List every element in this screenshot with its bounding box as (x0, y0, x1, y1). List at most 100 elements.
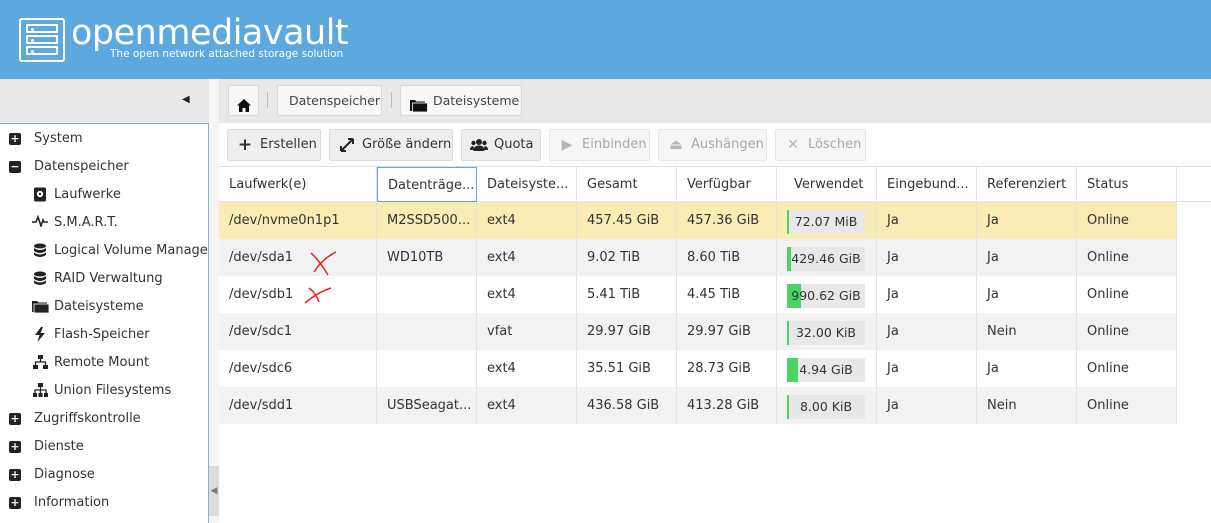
nav-information[interactable]: + Information (0, 492, 208, 514)
collapse-icon[interactable]: − (9, 161, 21, 173)
cell-mounted: Ja (877, 276, 977, 313)
delete-button[interactable]: ✕ Löschen (775, 129, 866, 161)
cell-available: 457.36 GiB (677, 202, 777, 239)
brand-name: openmediavault (71, 13, 349, 53)
cell-mounted: Ja (877, 350, 977, 387)
cell-device: /dev/nvme0n1p1 (219, 202, 377, 239)
expand-icon[interactable]: + (9, 469, 21, 481)
nav-lvm[interactable]: Logical Volume Management (0, 240, 208, 262)
nav-datenspeicher[interactable]: − Datenspeicher (0, 156, 208, 178)
column-header-device[interactable]: Laufwerk(e) (219, 167, 377, 202)
create-button[interactable]: + Erstellen (227, 129, 321, 161)
nav-raid[interactable]: RAID Verwaltung (0, 268, 208, 290)
sitemap-icon (32, 355, 48, 371)
cell-used: 8.00 KiB (777, 387, 877, 424)
usage-bar: 990.62 GiB (787, 284, 865, 308)
sitemap-icon (32, 383, 48, 399)
cell-mounted: Ja (877, 202, 977, 239)
table-row[interactable]: /dev/nvme0n1p1 M2SSD500... ext4 457.45 GiB 4… (219, 202, 1177, 239)
nav-flash-speicher[interactable]: Flash-Speicher (0, 324, 208, 346)
expand-icon[interactable]: + (9, 497, 21, 509)
usage-bar: 8.00 KiB (787, 395, 865, 419)
mount-button[interactable]: ▶ Einbinden (549, 129, 650, 161)
cell-available: 8.60 TiB (677, 239, 777, 276)
column-header-total[interactable]: Gesamt (577, 167, 677, 202)
table-row[interactable]: /dev/sdd1 USBSeagat... ext4 436.58 GiB 413.2… (219, 387, 1177, 424)
app-header: openmediavault The open network attached… (0, 0, 1211, 79)
nav-smart[interactable]: S.M.A.R.T. (0, 212, 208, 234)
cell-referenced: Ja (977, 350, 1077, 387)
column-header-mounted[interactable]: Eingebund... (877, 167, 977, 202)
expand-icon[interactable]: + (9, 441, 21, 453)
nav-dateisysteme[interactable]: Dateisysteme (0, 296, 208, 318)
navigation-header (0, 79, 209, 123)
column-header-label[interactable]: Datenträge... (377, 167, 477, 202)
brand-tagline: The open network attached storage soluti… (110, 48, 344, 60)
cell-status: Online (1077, 239, 1177, 276)
breadcrumb-home[interactable] (228, 85, 259, 116)
column-header-status[interactable]: Status (1077, 167, 1177, 202)
cell-total: 457.45 GiB (577, 202, 677, 239)
cell-filesystem: ext4 (477, 350, 577, 387)
breadcrumb-dateisysteme[interactable]: Dateisysteme (400, 85, 522, 116)
cell-filesystem: ext4 (477, 202, 577, 239)
column-header-filesystem[interactable]: Dateisyste... (477, 167, 577, 202)
nav-system[interactable]: + System (0, 128, 208, 150)
cell-label: USBSeagat... (377, 387, 477, 424)
times-icon: ✕ (787, 137, 799, 153)
cell-referenced: Ja (977, 202, 1077, 239)
expand-icon[interactable]: + (9, 133, 21, 145)
resize-icon (338, 130, 356, 160)
nav-union-filesystems[interactable]: Union Filesystems (0, 380, 208, 402)
database-icon (32, 243, 48, 259)
navigation-tree: + System − Datenspeicher Laufwerke S.M.A… (0, 123, 209, 523)
nav-diagnose[interactable]: + Diagnose (0, 464, 208, 486)
cell-total: 9.02 TiB (577, 239, 677, 276)
breadcrumb-datenspeicher[interactable]: Datenspeicher (277, 85, 382, 116)
usage-bar: 72.07 MiB (787, 210, 865, 234)
nav-remote-mount[interactable]: Remote Mount (0, 352, 208, 374)
table-row[interactable]: /dev/sdc6 ext4 35.51 GiB 28.73 GiB 4.94 GiB J… (219, 350, 1177, 387)
cell-mounted: Ja (877, 313, 977, 350)
column-header-used[interactable]: Verwendet (777, 167, 877, 202)
quota-button[interactable]: Quota (461, 129, 541, 161)
usage-bar: 4.94 GiB (787, 358, 865, 382)
unmount-button[interactable]: ⏏ Aushängen (658, 129, 767, 161)
cell-status: Online (1077, 387, 1177, 424)
disk-icon (32, 187, 48, 203)
cell-label: M2SSD500... (377, 202, 477, 239)
users-icon (470, 130, 488, 160)
nav-laufwerke[interactable]: Laufwerke (0, 184, 208, 206)
cell-filesystem: ext4 (477, 239, 577, 276)
play-icon: ▶ (561, 137, 573, 153)
cell-used: 429.46 GiB (777, 239, 877, 276)
cell-status: Online (1077, 202, 1177, 239)
cell-filesystem: vfat (477, 313, 577, 350)
resize-button[interactable]: Größe ändern (329, 129, 453, 161)
splitter-collapse-icon[interactable]: ◀ (209, 466, 219, 516)
cell-label (377, 350, 477, 387)
cell-referenced: Ja (977, 276, 1077, 313)
cell-status: Online (1077, 313, 1177, 350)
nav-dienste[interactable]: + Dienste (0, 436, 208, 458)
cell-total: 5.41 TiB (577, 276, 677, 313)
cell-referenced: Ja (977, 239, 1077, 276)
collapse-left-icon[interactable]: ◀ (182, 94, 192, 106)
column-header-referenced[interactable]: Referenziert (977, 167, 1077, 202)
nav-zugriffskontrolle[interactable]: + Zugriffskontrolle (0, 408, 208, 430)
cell-label (377, 313, 477, 350)
table-row[interactable]: /dev/sdb1 ext4 5.41 TiB 4.45 TiB 990.62 GiB J… (219, 276, 1177, 313)
usage-bar-text: 8.00 KiB (799, 399, 853, 414)
expand-icon[interactable]: + (9, 413, 21, 425)
table-row[interactable]: /dev/sdc1 vfat 29.97 GiB 29.97 GiB 32.00 KiB… (219, 313, 1177, 350)
cell-device: /dev/sdc6 (219, 350, 377, 387)
cell-status: Online (1077, 276, 1177, 313)
cell-device: /dev/sdb1 (219, 276, 377, 313)
table-row[interactable]: /dev/sda1 WD10TB ext4 9.02 TiB 8.60 TiB 429.4… (219, 239, 1177, 276)
eject-icon: ⏏ (669, 137, 683, 153)
panel-splitter[interactable] (209, 79, 219, 523)
cell-total: 436.58 GiB (577, 387, 677, 424)
usage-bar-text: 32.00 KiB (795, 325, 856, 340)
column-header-available[interactable]: Verfügbar (677, 167, 777, 202)
annotation-marks (304, 251, 337, 304)
